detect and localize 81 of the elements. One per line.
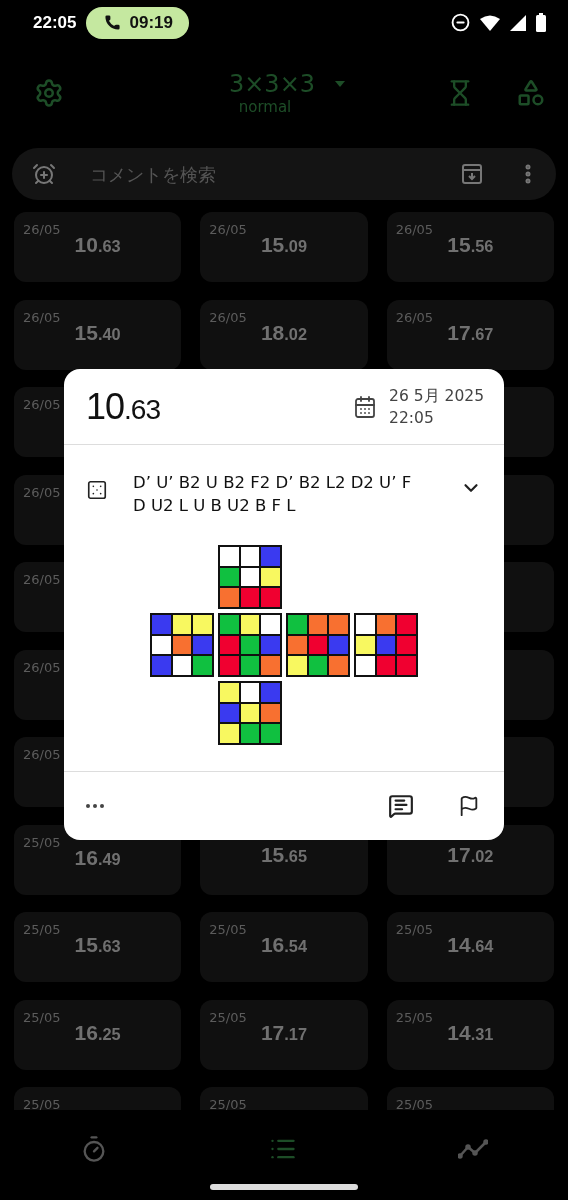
solve-card[interactable]: 25/05 <box>200 1087 368 1110</box>
solve-date: 25/05 <box>395 1009 434 1025</box>
shapes-icon <box>516 77 546 108</box>
solve-date: 26/05 <box>395 309 434 325</box>
solve-card[interactable]: 25/05 14.31 <box>386 999 554 1070</box>
solve-time: 17.02 <box>447 842 494 867</box>
solve-card[interactable]: 25/05 <box>14 1087 182 1110</box>
solve-date: 25/05 <box>23 1009 61 1025</box>
dropdown-caret-icon[interactable] <box>335 80 345 87</box>
solve-time: 18.02 <box>260 320 308 345</box>
calendar-icon <box>353 394 378 419</box>
shapes-button[interactable] <box>516 77 546 108</box>
category-label: normal <box>238 97 292 116</box>
solve-time: 15.65 <box>260 842 308 867</box>
scramble-text: D’ U’ B2 U B2 F2 D’ B2 L2 D2 U’ F D U2 L U B U2 B F L <box>133 472 413 517</box>
call-chip[interactable]: 09:19 <box>86 6 189 39</box>
solve-time: 16.25 <box>74 1020 121 1045</box>
solve-card[interactable]: 26/05 15.09 <box>200 212 368 282</box>
archive-icon[interactable] <box>462 164 482 184</box>
solve-card[interactable]: 25/05 16.54 <box>200 912 368 982</box>
solve-date: 26/05 <box>395 222 434 237</box>
solve-card[interactable]: 26/05 15.56 <box>386 212 554 282</box>
line-chart-icon <box>457 1139 488 1159</box>
solve-card[interactable]: 25/05 14.64 <box>386 912 554 982</box>
solve-time-large: 10.63 <box>86 385 162 428</box>
solve-date: 25/05 <box>395 1097 434 1110</box>
more-button[interactable] <box>86 804 104 808</box>
comment-icon <box>388 793 414 819</box>
solve-time: 14.64 <box>447 933 494 957</box>
comment-button[interactable] <box>388 793 414 819</box>
battery-icon <box>536 13 546 32</box>
solve-date: 25/05 <box>209 922 247 937</box>
solve-card[interactable]: 25/05 17.17 <box>200 999 368 1070</box>
solve-card[interactable]: 26/05 15.40 <box>14 299 182 370</box>
more-icon <box>86 804 104 808</box>
solve-card[interactable]: 26/05 18.02 <box>200 299 368 370</box>
solve-time: 16.54 <box>260 933 308 957</box>
alarm-plus-icon[interactable] <box>32 162 56 186</box>
solve-card[interactable]: 25/05 16.25 <box>14 999 182 1070</box>
solve-time: 16.49 <box>74 845 121 870</box>
wifi-icon <box>480 14 500 31</box>
solve-time: 15.63 <box>74 933 121 957</box>
settings-icon <box>34 77 64 108</box>
search-bar[interactable]: コメントを検索 <box>12 148 556 200</box>
solve-date: 26/05 <box>23 309 61 325</box>
solve-date: 26/05 <box>23 397 61 412</box>
solve-time: 17.17 <box>260 1020 308 1045</box>
solve-date: 26/05 <box>209 222 247 237</box>
solve-card[interactable]: 25/05 15.63 <box>14 912 182 982</box>
solve-date: 26/05 <box>23 572 61 587</box>
do-not-disturb-icon <box>451 13 470 32</box>
solve-time: 15.56 <box>447 233 494 257</box>
puzzle-title: 3×3×3 <box>229 69 315 98</box>
status-time: 22:05 <box>33 12 77 33</box>
solve-card[interactable]: 25/05 <box>386 1087 554 1110</box>
solve-time: 15.09 <box>260 233 308 257</box>
solve-date: 26/05 <box>209 309 247 325</box>
search-field[interactable]: コメントを検索 <box>88 162 462 186</box>
solve-date: 26/05 <box>23 659 61 675</box>
solve-date: 25/05 <box>209 1097 247 1110</box>
solve-date: 25/05 <box>23 1097 61 1110</box>
solve-date: 26/05 <box>23 222 61 237</box>
solve-date: 25/05 <box>23 922 61 937</box>
signal-icon <box>510 14 526 31</box>
solve-time: 10.63 <box>74 233 121 257</box>
solve-time: 14.31 <box>447 1020 494 1045</box>
flag-icon <box>458 795 480 817</box>
solve-date: 25/05 <box>209 1009 247 1025</box>
phone-icon <box>104 14 122 31</box>
solve-card[interactable]: 26/05 10.63 <box>14 212 182 282</box>
solve-date: 26/05 <box>23 484 61 500</box>
flag-button[interactable] <box>458 795 480 817</box>
solve-date: 25/05 <box>23 834 61 850</box>
solve-date: 25/05 <box>395 922 434 937</box>
settings-button[interactable] <box>34 77 64 108</box>
solve-date: 26/05 <box>23 747 61 762</box>
solve-time: 15.40 <box>74 320 121 345</box>
dice-icon <box>86 479 108 501</box>
solve-datetime: 26 5月 2025 22:05 <box>389 385 484 429</box>
solve-card[interactable]: 26/05 17.67 <box>386 299 554 370</box>
solve-time: 17.67 <box>447 320 494 345</box>
